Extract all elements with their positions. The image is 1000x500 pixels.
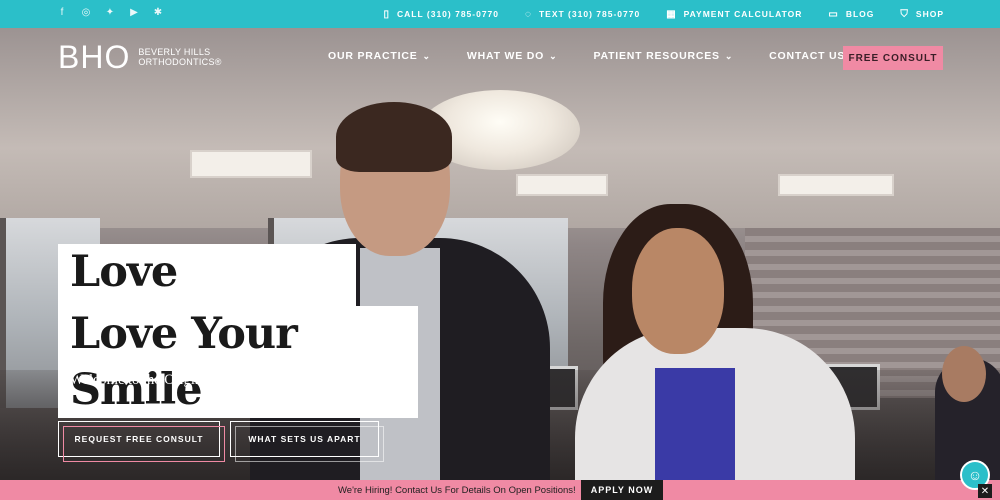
welcome-prefix: Welcome to the Original [70, 371, 217, 388]
chevron-down-icon: ⌄ [549, 50, 558, 61]
calculator-icon: ▦ [666, 8, 677, 20]
utility-bar: f ◎ ✦ ▶ ✱ ▯ CALL (310) 785-0770 ◌ TEXT (… [0, 0, 1000, 28]
woman-top [655, 368, 735, 480]
twitter-icon[interactable]: ✦ [104, 7, 116, 18]
text-link[interactable]: ◌ TEXT (310) 785-0770 [525, 9, 640, 20]
nav-patient-resources[interactable]: PATIENT RESOURCES ⌄ [593, 50, 733, 62]
logo-text: BEVERLY HILLS ORTHODONTICS® [138, 47, 221, 67]
main-nav: OUR PRACTICE ⌄ WHAT WE DO ⌄ PATIENT RESO… [328, 50, 859, 62]
yelp-icon[interactable]: ✱ [152, 7, 164, 18]
shop-label: SHOP [915, 9, 944, 19]
instagram-icon[interactable]: ◎ [80, 7, 92, 18]
youtube-icon[interactable]: ▶ [128, 7, 140, 18]
payment-calculator-link[interactable]: ▦ PAYMENT CALCULATOR [666, 9, 802, 20]
chevron-down-icon: ⌄ [422, 50, 431, 61]
shopping-bag-icon: ⛉ [900, 8, 909, 20]
ceiling-light [778, 174, 894, 196]
logo-line-2: ORTHODONTICS® [138, 57, 222, 67]
welcome-brand: Beverly Hills Orthodontics [216, 371, 383, 388]
registered-mark: ® [382, 370, 389, 380]
call-label: CALL (310) 785-0770 [397, 9, 500, 19]
background-person-head [942, 346, 986, 402]
shop-link[interactable]: ⛉ SHOP [900, 9, 944, 20]
request-free-consult-button[interactable]: REQUEST FREE CONSULT [58, 421, 225, 462]
logo-mark: BHO [58, 39, 131, 75]
what-sets-us-apart-button[interactable]: WHAT SETS US APART [230, 421, 384, 462]
text-label: TEXT (310) 785-0770 [538, 9, 641, 19]
apply-now-button[interactable]: APPLY NOW [581, 480, 663, 500]
facebook-icon[interactable]: f [56, 7, 68, 18]
man-hair [336, 102, 452, 172]
ceiling-light [190, 150, 312, 178]
free-consult-button[interactable]: FREE CONSULT [843, 46, 943, 70]
phone-icon: ▯ [383, 8, 391, 20]
woman-face [632, 228, 724, 354]
ceiling-light [516, 174, 608, 196]
utility-links: ▯ CALL (310) 785-0770 ◌ TEXT (310) 785-0… [384, 0, 945, 28]
nav-label: CONTACT US [769, 50, 846, 62]
chat-bubble-icon: ◌ [525, 8, 532, 20]
hiring-message: We're Hiring! Contact Us For Details On … [338, 485, 576, 496]
nav-label: PATIENT RESOURCES [593, 50, 720, 62]
nav-our-practice[interactable]: OUR PRACTICE ⌄ [328, 50, 431, 62]
social-links: f ◎ ✦ ▶ ✱ [56, 7, 164, 18]
site-logo[interactable]: BHO BEVERLY HILLS ORTHODONTICS® [58, 40, 222, 74]
blog-label: BLOG [845, 9, 875, 19]
close-icon[interactable]: ✕ [978, 484, 992, 498]
headline-love-your-smile: Love Your Smile [58, 306, 418, 418]
welcome-text: Welcome to the Original Beverly Hills Or… [70, 370, 389, 389]
chevron-down-icon: ⌄ [724, 50, 734, 61]
logo-line-1: BEVERLY HILLS [138, 47, 211, 57]
nav-label: OUR PRACTICE [328, 50, 418, 62]
hiring-banner: We're Hiring! Contact Us For Details On … [0, 480, 1000, 500]
blog-icon: ▭ [828, 8, 839, 20]
payment-calculator-label: PAYMENT CALCULATOR [683, 9, 803, 19]
nav-what-we-do[interactable]: WHAT WE DO ⌄ [467, 50, 558, 62]
nav-label: WHAT WE DO [466, 50, 545, 62]
blog-link[interactable]: ▭ BLOG [828, 9, 874, 20]
call-link[interactable]: ▯ CALL (310) 785-0770 [384, 9, 500, 20]
